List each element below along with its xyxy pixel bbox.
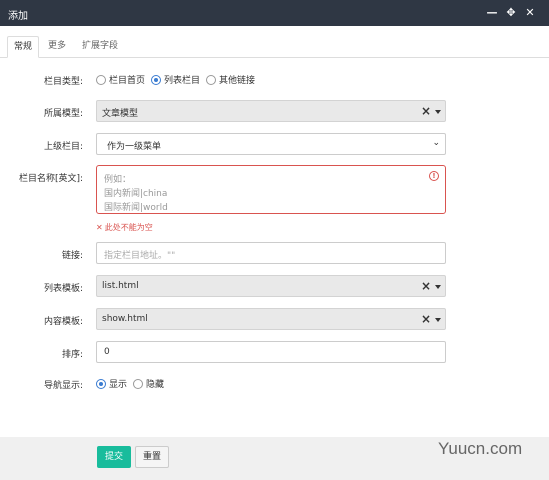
reset-button[interactable]: 重置 xyxy=(135,446,169,468)
tab-bar: 常规 更多 扩展字段 xyxy=(0,36,549,58)
content-template-select[interactable]: show.html × xyxy=(96,308,446,330)
placeholder-line: 国际新闻|world xyxy=(104,203,168,213)
radio-show-label: 显示 xyxy=(109,380,128,390)
caret-down-icon xyxy=(435,318,441,322)
parent-select[interactable]: 作为一级菜单 ⌄ xyxy=(96,133,446,155)
radio-index-label: 栏目首页 xyxy=(109,76,146,86)
radio-option-link[interactable]: 其他链接 xyxy=(206,73,255,86)
content-template-label: 内容模板: xyxy=(43,317,83,327)
caret-down-icon xyxy=(435,285,441,289)
radio-option-show[interactable]: 显示 xyxy=(96,377,127,390)
error-x-icon: ✕ xyxy=(96,223,103,232)
link-input[interactable]: 指定栏目地址。"" xyxy=(96,242,446,264)
placeholder-line: 国内新闻|china xyxy=(104,189,168,199)
parent-label: 上级栏目: xyxy=(43,142,83,152)
radio-index[interactable] xyxy=(96,74,106,85)
name-en-label: 栏目名称[英文]: xyxy=(18,174,83,184)
maximize-icon[interactable]: ✥ xyxy=(504,6,518,20)
column-type-radio-group: 栏目首页 列表栏目 其他链接 xyxy=(96,73,261,86)
model-select-value: 文章模型 xyxy=(102,109,139,119)
chevron-down-icon: ⌄ xyxy=(432,138,440,148)
radio-show[interactable] xyxy=(96,378,106,389)
watermark: Yuucn.com xyxy=(438,439,523,458)
radio-option-index[interactable]: 栏目首页 xyxy=(96,73,145,86)
radio-option-hide[interactable]: 隐藏 xyxy=(133,377,164,390)
list-template-value: list.html xyxy=(102,281,139,291)
column-type-label: 栏目类型: xyxy=(43,77,83,87)
sort-label: 排序: xyxy=(61,350,83,360)
list-template-label: 列表模板: xyxy=(43,284,83,294)
name-en-textarea[interactable]: 例如： 国内新闻|china 国际新闻|world ! xyxy=(96,165,446,214)
tab-general[interactable]: 常规 xyxy=(7,36,39,58)
radio-hide-label: 隐藏 xyxy=(146,380,165,390)
content-template-value: show.html xyxy=(102,314,148,324)
link-label: 链接: xyxy=(61,251,83,261)
submit-button[interactable]: 提交 xyxy=(97,446,131,468)
radio-list[interactable] xyxy=(151,74,162,85)
link-placeholder: 指定栏目地址。"" xyxy=(104,251,176,261)
error-text: 此处不能为空 xyxy=(104,223,153,232)
sort-value: 0 xyxy=(104,347,110,357)
validation-error: ✕ 此处不能为空 xyxy=(96,222,153,233)
clear-icon[interactable]: × xyxy=(421,104,431,118)
caret-down-icon xyxy=(435,110,441,114)
radio-link[interactable] xyxy=(206,74,217,85)
window-title: 添加 xyxy=(8,11,28,22)
list-template-select[interactable]: list.html × xyxy=(96,275,446,297)
window-titlebar: 添加 — ✥ ✕ xyxy=(0,0,549,26)
tab-more[interactable]: 更多 xyxy=(43,36,71,58)
model-label: 所属模型: xyxy=(43,109,83,119)
close-icon[interactable]: ✕ xyxy=(523,6,537,20)
clear-icon[interactable]: × xyxy=(421,279,431,293)
nav-display-label: 导航显示: xyxy=(43,381,83,391)
tab-extended-fields[interactable]: 扩展字段 xyxy=(76,36,124,58)
nav-display-radio-group: 显示 隐藏 xyxy=(96,377,170,390)
sort-input[interactable]: 0 xyxy=(96,341,446,363)
radio-hide[interactable] xyxy=(133,378,144,389)
radio-link-label: 其他链接 xyxy=(219,76,256,86)
error-icon: ! xyxy=(429,171,439,181)
placeholder-line: 例如： xyxy=(104,175,132,185)
radio-list-label: 列表栏目 xyxy=(164,76,201,86)
model-select[interactable]: 文章模型 × xyxy=(96,100,446,122)
radio-option-list[interactable]: 列表栏目 xyxy=(151,73,200,86)
minimize-icon[interactable]: — xyxy=(485,6,499,20)
parent-select-value: 作为一级菜单 xyxy=(107,142,162,152)
clear-icon[interactable]: × xyxy=(421,312,431,326)
